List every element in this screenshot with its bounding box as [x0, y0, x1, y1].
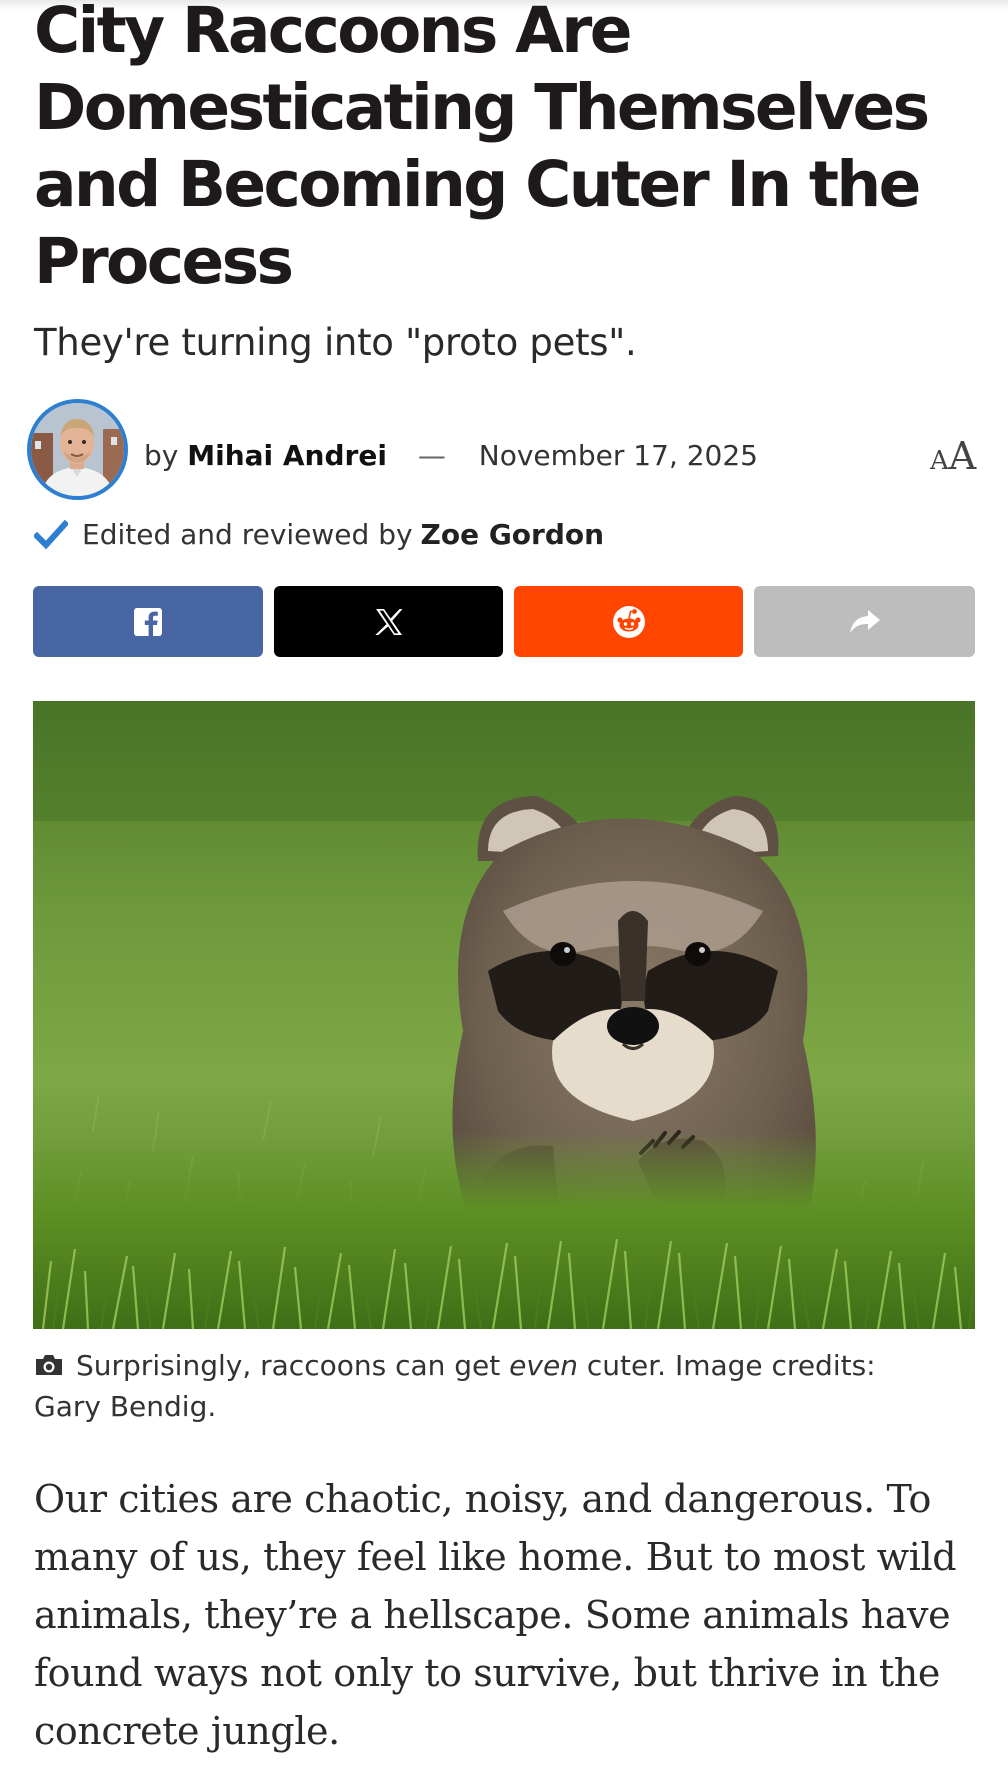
reddit-icon: [612, 605, 645, 638]
facebook-icon: [134, 607, 162, 636]
share-more-button[interactable]: [754, 586, 975, 657]
share-reddit-button[interactable]: [514, 586, 743, 657]
camera-icon: [36, 1355, 62, 1375]
text-size-icon[interactable]: AA: [930, 434, 976, 478]
article-title: City Raccoons Are Domesticating Themselv…: [34, 0, 930, 298]
text-size-large: A: [948, 434, 977, 478]
text-size-small: A: [930, 446, 949, 476]
raccoon-photo: [33, 701, 975, 1329]
share-x-button[interactable]: [274, 586, 503, 657]
publish-date: November 17, 2025: [478, 439, 758, 472]
x-icon: [374, 608, 402, 635]
byline-separator: —: [417, 439, 446, 472]
reviewer-link[interactable]: Zoe Gordon: [421, 515, 605, 555]
article-paragraph: Our cities are chaotic, noisy, and dange…: [34, 1477, 957, 1753]
review-line: Edited and reviewed by Zoe Gordon: [34, 515, 604, 555]
author-avatar[interactable]: [27, 399, 128, 500]
author-link[interactable]: Mihai Andrei: [187, 439, 387, 472]
review-label: Edited and reviewed by: [82, 518, 413, 551]
caption-text-start: Surprisingly, raccoons can get: [76, 1349, 510, 1382]
share-facebook-button[interactable]: [33, 586, 263, 657]
article-subtitle: They're turning into "proto pets".: [34, 321, 637, 364]
share-arrow-icon: [849, 609, 880, 633]
image-caption: Surprisingly, raccoons can get even cute…: [34, 1345, 944, 1427]
checkmark-icon: [34, 520, 68, 550]
byline-prefix: by: [144, 439, 179, 472]
byline: by Mihai Andrei — November 17, 2025: [144, 436, 758, 476]
caption-emphasis: even: [509, 1349, 578, 1382]
